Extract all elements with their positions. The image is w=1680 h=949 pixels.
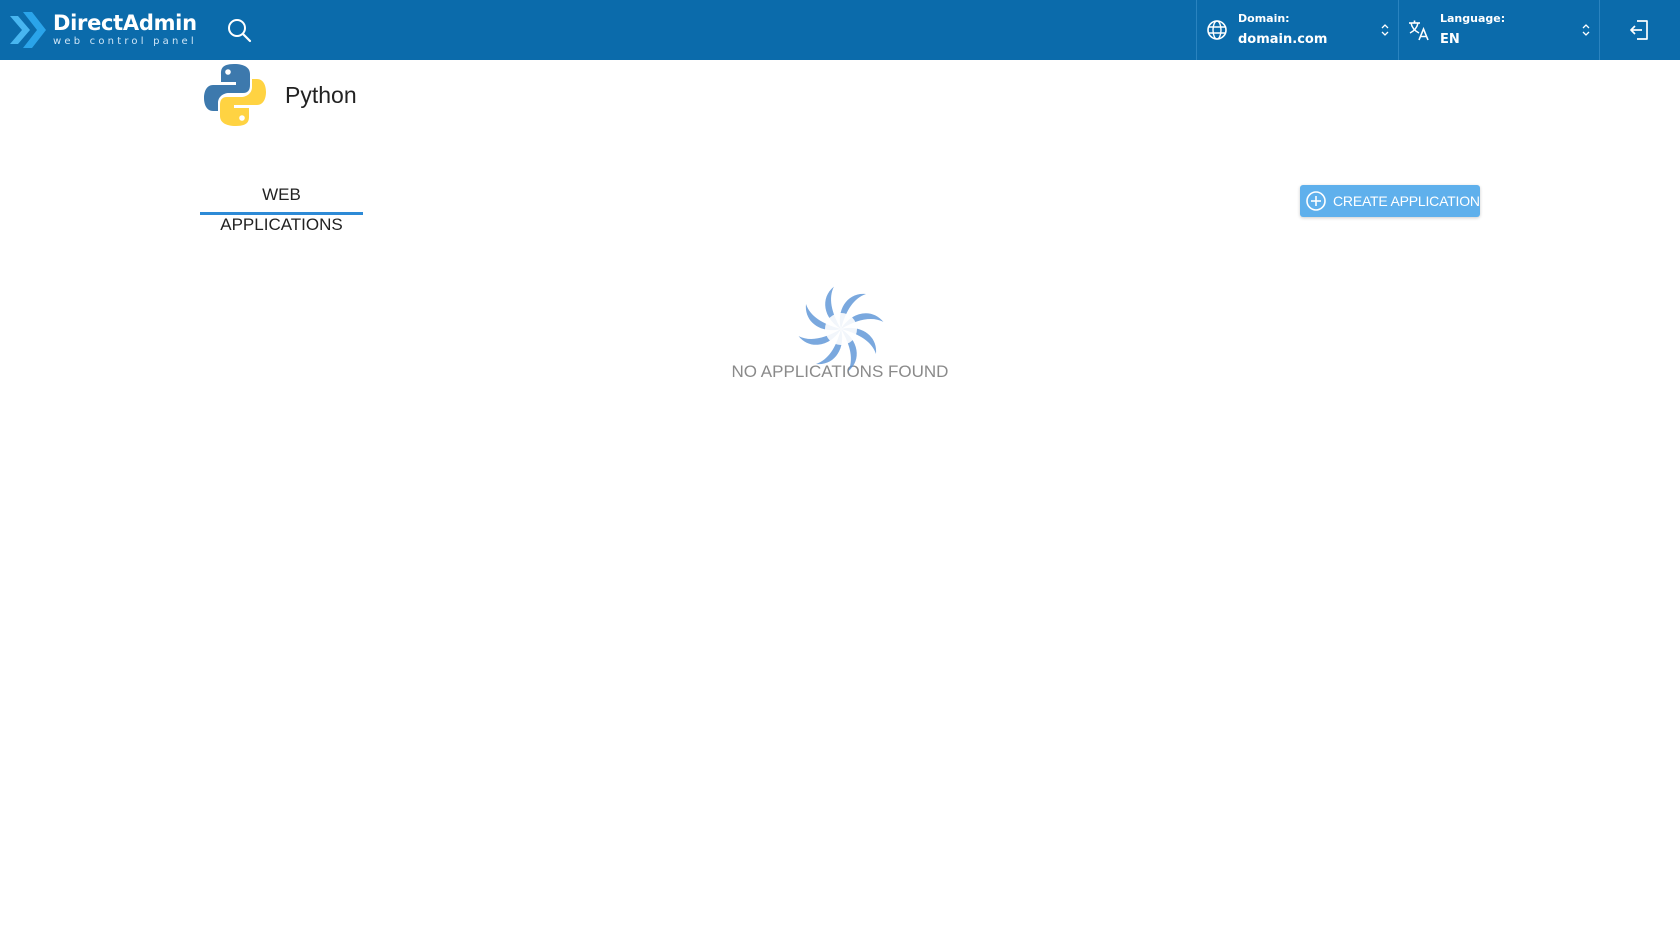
language-label: Language: [1440, 12, 1506, 25]
language-selector[interactable]: Language: EN [1398, 0, 1599, 60]
create-application-button[interactable]: CREATE APPLICATION [1300, 185, 1480, 217]
domain-selector[interactable]: Domain: domain.com [1196, 0, 1398, 60]
tab-web-applications[interactable]: WEB APPLICATIONS [200, 180, 363, 234]
translate-icon [1409, 20, 1429, 41]
domain-value: domain.com [1238, 32, 1328, 47]
app-header: Python [203, 62, 357, 128]
brand-tagline: web control panel [53, 36, 197, 47]
directadmin-logo-icon [10, 12, 46, 48]
top-navigation-bar: DirectAdmin web control panel Domain: do… [0, 0, 1680, 60]
logout-icon [1630, 20, 1648, 40]
python-logo-icon [204, 64, 266, 126]
globe-icon [1207, 20, 1227, 40]
brand-text: DirectAdmin web control panel [53, 13, 197, 47]
sort-caret-icon [1381, 24, 1389, 36]
create-application-label: CREATE APPLICATION [1333, 193, 1480, 209]
page-title: Python [285, 81, 357, 108]
logout-button[interactable] [1599, 0, 1680, 60]
brand-name: DirectAdmin [53, 11, 197, 35]
search-button[interactable] [226, 17, 252, 43]
sort-caret-icon [1582, 24, 1590, 36]
domain-label: Domain: [1238, 12, 1290, 25]
spinner-icon [798, 286, 884, 372]
search-icon [228, 19, 252, 43]
plus-circle-icon [1306, 191, 1326, 211]
brand[interactable]: DirectAdmin web control panel [10, 8, 197, 52]
language-value: EN [1440, 32, 1460, 47]
tab-label: WEB APPLICATIONS [220, 185, 343, 234]
